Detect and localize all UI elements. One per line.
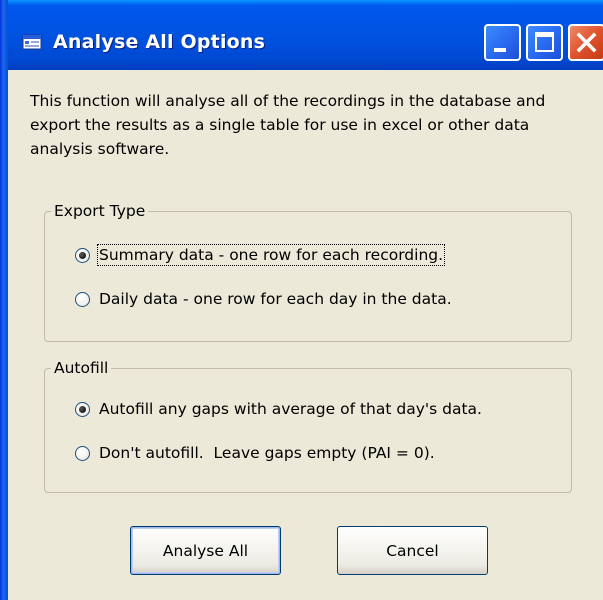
export-type-label: Export Type — [51, 201, 149, 221]
radio-daily-data[interactable]: Daily data - one row for each day in the… — [75, 288, 452, 310]
minimize-button[interactable] — [484, 24, 521, 61]
close-icon — [576, 32, 597, 53]
radio-autofill-gaps[interactable]: Autofill any gaps with average of that d… — [75, 398, 482, 420]
radio-button-checked[interactable] — [75, 401, 90, 417]
radio-button-checked[interactable] — [75, 247, 90, 263]
window-title: Analyse All Options — [53, 31, 266, 53]
radio-summary-label: Summary data - one row for each recordin… — [96, 244, 446, 266]
maximize-button[interactable] — [526, 24, 563, 61]
minimize-icon — [494, 48, 506, 52]
cancel-button[interactable]: Cancel — [337, 526, 488, 575]
window-frame-left — [0, 0, 8, 600]
radio-button-unchecked[interactable] — [75, 291, 90, 307]
maximize-icon — [535, 32, 554, 52]
radio-no-autofill[interactable]: Don't autofill. Leave gaps empty (PAI = … — [75, 442, 435, 464]
title-bar[interactable]: Analyse All Options — [0, 0, 603, 70]
radio-no-autofill-label: Don't autofill. Leave gaps empty (PAI = … — [99, 444, 435, 462]
radio-summary-data[interactable]: Summary data - one row for each recordin… — [75, 244, 446, 266]
radio-button-unchecked[interactable] — [75, 445, 90, 461]
intro-text: This function will analyse all of the re… — [30, 92, 546, 158]
export-type-group: Export Type Summary data - one row for e… — [44, 201, 572, 342]
app-window-icon — [22, 34, 42, 50]
autofill-group: Autofill Autofill any gaps with average … — [44, 358, 572, 493]
analyse-all-button[interactable]: Analyse All — [130, 526, 281, 575]
dialog-window: Analyse All Options This function will a… — [0, 0, 603, 600]
radio-autofill-label: Autofill any gaps with average of that d… — [99, 400, 482, 418]
close-button[interactable] — [568, 24, 603, 61]
radio-daily-label: Daily data - one row for each day in the… — [99, 290, 452, 308]
autofill-label: Autofill — [51, 358, 112, 378]
